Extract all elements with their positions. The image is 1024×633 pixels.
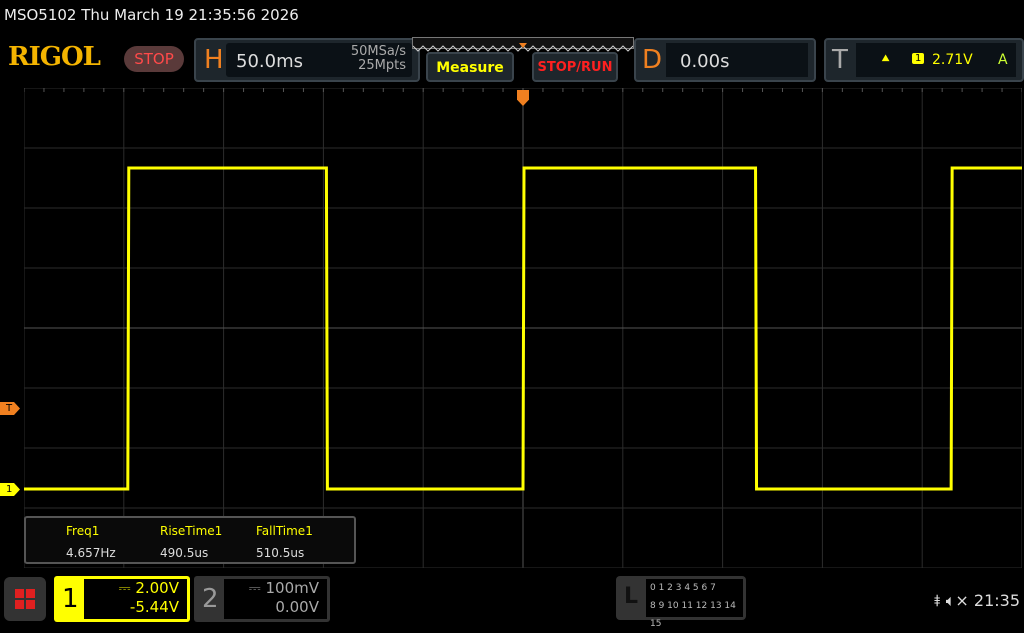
- channel2-panel[interactable]: 2 ⎓ 100mV 0.00V: [194, 576, 330, 622]
- channel1-offset: -5.44V: [129, 598, 179, 616]
- usb-icon: ⯒: [933, 591, 941, 610]
- grid-menu-icon: [15, 589, 35, 609]
- trigger-source: 1: [912, 53, 925, 64]
- waveform-overview: [412, 37, 634, 52]
- rising-edge-icon: ⯅: [880, 51, 892, 67]
- sample-rate: 50MSa/s: [350, 44, 406, 59]
- dc-coupling-icon: ⎓: [248, 579, 266, 597]
- measure-value: 4.657Hz: [66, 546, 116, 560]
- delay-label: D: [642, 45, 663, 75]
- channel1-panel[interactable]: 1 ⎓ 2.00V -5.44V: [54, 576, 190, 622]
- trigger-panel[interactable]: T ⯅ 1 2.71V A: [824, 38, 1024, 82]
- clock: 21:35: [973, 591, 1020, 610]
- speaker-muted-icon[interactable]: 🔈︎×: [946, 591, 969, 610]
- delay-panel[interactable]: D 0.00s: [634, 38, 816, 82]
- channel1-scale: 2.00V: [135, 579, 179, 597]
- measurement-panel: Freq1 4.657Hz RiseTime1 490.5us FallTime…: [24, 516, 356, 564]
- measure-label: Freq1: [66, 524, 100, 538]
- channel2-offset: 0.00V: [275, 598, 319, 616]
- memory-depth: 25Mpts: [358, 58, 406, 73]
- logic-analyzer-panel[interactable]: L 0 1 2 3 4 5 6 7 8 9 10 11 12 13 14 15: [616, 576, 746, 629]
- measure-value: 510.5us: [256, 546, 305, 560]
- status-bar: ⯒ 🔈︎× 21:35: [934, 590, 1020, 617]
- logic-label: L: [624, 584, 639, 609]
- channel1-ground-marker[interactable]: 1: [0, 483, 20, 496]
- measure-label: RiseTime1: [160, 524, 223, 538]
- trigger-level: 2.71V: [932, 52, 973, 68]
- trigger-label: T: [832, 45, 848, 75]
- timebase-value: 50.0ms: [236, 51, 303, 72]
- logic-channels-row1: 0 1 2 3 4 5 6 7: [650, 583, 716, 593]
- stop-run-button[interactable]: STOP/RUN: [532, 52, 618, 82]
- horizontal-panel[interactable]: H 50.0ms 50MSa/s 25Mpts: [194, 38, 420, 82]
- measure-value: 490.5us: [160, 546, 209, 560]
- logic-channels-row2: 8 9 10 11 12 13 14 15: [650, 601, 736, 629]
- channel2-scale: 100mV: [265, 579, 319, 597]
- trigger-mode: A: [998, 52, 1008, 68]
- channel2-number: 2: [202, 584, 219, 614]
- run-state-badge[interactable]: STOP: [124, 46, 184, 72]
- measure-label: FallTime1: [256, 524, 313, 538]
- delay-value: 0.00s: [680, 51, 730, 72]
- main-menu-button[interactable]: [4, 577, 46, 621]
- waveform-display[interactable]: [24, 88, 1022, 568]
- channel1-number: 1: [62, 584, 79, 614]
- measure-button[interactable]: Measure: [426, 52, 514, 82]
- horizontal-label: H: [204, 45, 224, 75]
- rigol-logo: RIGOL: [8, 42, 101, 72]
- dc-coupling-icon: ⎓: [118, 579, 136, 597]
- window-title: MSO5102 Thu March 19 21:35:56 2026: [4, 6, 299, 24]
- trigger-level-marker[interactable]: T: [0, 402, 20, 415]
